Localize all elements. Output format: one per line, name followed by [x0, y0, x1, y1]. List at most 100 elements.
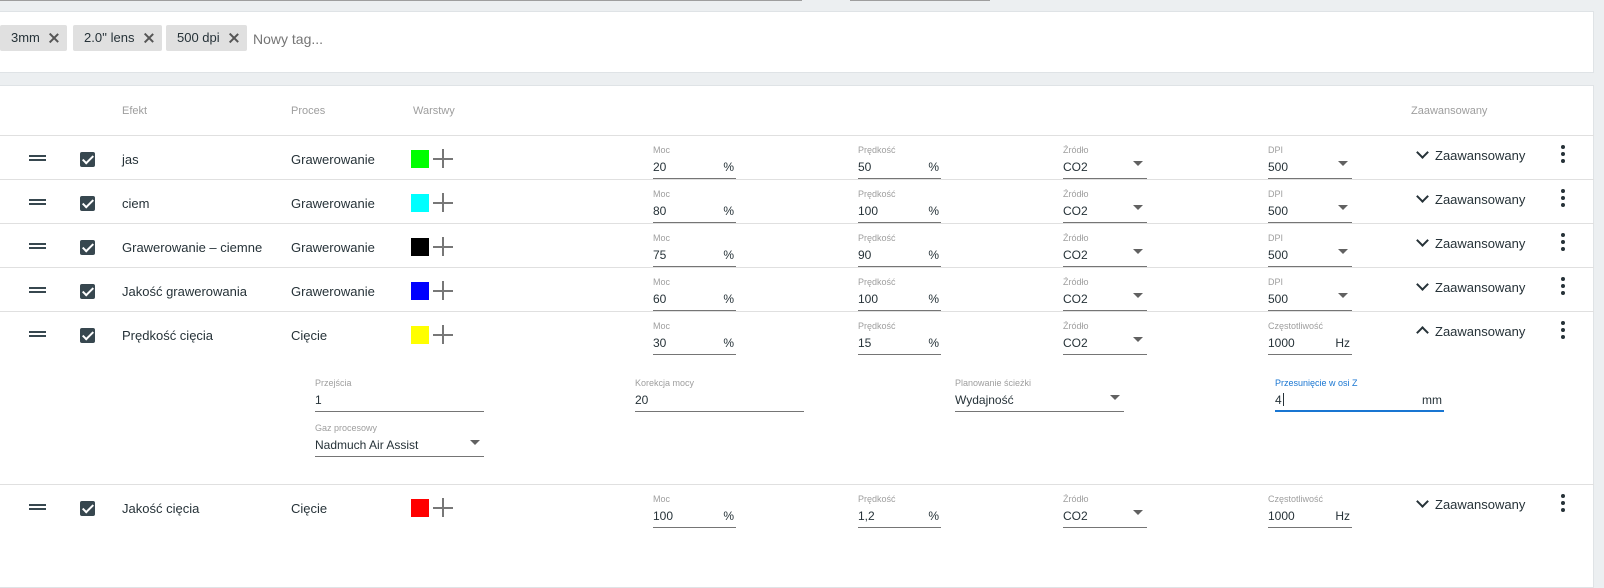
field-label: Moc: [653, 321, 671, 331]
drag-handle-icon[interactable]: [29, 155, 46, 161]
field-value: 20: [653, 160, 667, 174]
dropdown-arrow-icon: [1338, 293, 1348, 298]
predkosc-field[interactable]: Prędkość 100%: [858, 189, 941, 223]
field-unit: %: [723, 292, 734, 306]
moc-field[interactable]: Moc 60%: [653, 277, 736, 311]
predkosc-field[interactable]: Prędkość 50%: [858, 145, 941, 179]
row-checkbox[interactable]: [80, 501, 95, 516]
row-checkbox[interactable]: [80, 196, 95, 211]
add-layer-icon[interactable]: [433, 324, 453, 344]
field-label: Moc: [653, 494, 671, 504]
field-label: Moc: [653, 277, 671, 287]
moc-field[interactable]: Moc 20%: [653, 145, 736, 179]
dpi-select[interactable]: DPI 500: [1268, 277, 1352, 311]
field-unit: %: [723, 336, 734, 350]
more-options-icon[interactable]: [1561, 145, 1565, 165]
more-options-icon[interactable]: [1561, 233, 1565, 253]
add-layer-icon[interactable]: [433, 280, 453, 300]
zrodlo-select[interactable]: Źródło CO2: [1063, 233, 1147, 267]
layer-color-swatch[interactable]: [411, 194, 429, 212]
drag-handle-icon[interactable]: [29, 287, 46, 293]
header-warstwy: Warstwy: [413, 105, 455, 117]
drag-handle-icon[interactable]: [29, 504, 46, 510]
gaz-procesowy-select[interactable]: Gaz procesowy Nadmuch Air Assist: [315, 423, 484, 457]
process-name: Cięcie: [291, 328, 328, 343]
effect-name: Jakość cięcia: [122, 501, 200, 516]
close-icon[interactable]: [49, 33, 59, 43]
advanced-toggle[interactable]: Zaawansowany: [1416, 495, 1525, 512]
przejscia-field[interactable]: Przejścia 1: [315, 378, 484, 412]
advanced-toggle[interactable]: Zaawansowany: [1416, 190, 1525, 207]
drag-handle-icon[interactable]: [29, 331, 46, 337]
dpi-select[interactable]: DPI 500: [1268, 189, 1352, 223]
text-caret: [1282, 393, 1284, 406]
advanced-label: Zaawansowany: [1435, 236, 1526, 251]
advanced-toggle[interactable]: Zaawansowany: [1416, 278, 1525, 295]
moc-field[interactable]: Moc 30%: [653, 321, 736, 355]
tag-label: 3mm: [11, 30, 40, 45]
layer-color-swatch[interactable]: [411, 238, 429, 256]
more-options-icon[interactable]: [1561, 494, 1565, 514]
add-layer-icon[interactable]: [433, 148, 453, 168]
close-icon[interactable]: [229, 33, 239, 43]
dpi-select[interactable]: DPI 500: [1268, 145, 1352, 179]
moc-field[interactable]: Moc 80%: [653, 189, 736, 223]
przesuniecie-z-field[interactable]: Przesunięcie w osi Z 4 mm: [1275, 378, 1444, 412]
advanced-toggle[interactable]: Zaawansowany: [1416, 234, 1526, 251]
zrodlo-select[interactable]: Źródło CO2: [1063, 189, 1147, 223]
layer-color-swatch[interactable]: [411, 282, 429, 300]
korekcja-mocy-field[interactable]: Korekcja mocy 20: [635, 378, 804, 412]
layer-color-swatch[interactable]: [411, 150, 429, 168]
top-field-underline: [0, 0, 802, 1]
row-checkbox[interactable]: [80, 284, 95, 299]
advanced-toggle[interactable]: Zaawansowany: [1416, 146, 1525, 163]
effect-name: Jakość grawerowania: [122, 284, 248, 299]
field-label: Prędkość: [858, 321, 896, 331]
field-label: Planowanie ścieżki: [955, 378, 1032, 388]
predkosc-field[interactable]: Prędkość 15%: [858, 321, 941, 355]
field-value: 1: [315, 393, 322, 407]
more-options-icon[interactable]: [1561, 321, 1565, 341]
czestotliwosc-field[interactable]: Częstotliwość 1000 Hz: [1268, 321, 1352, 355]
layer-color-swatch[interactable]: [411, 326, 429, 344]
process-name: Grawerowanie: [291, 196, 375, 211]
row-checkbox[interactable]: [80, 240, 95, 255]
add-layer-icon[interactable]: [433, 192, 453, 212]
field-unit: %: [723, 160, 734, 174]
more-options-icon[interactable]: [1561, 277, 1565, 297]
field-value: 500: [1268, 204, 1289, 218]
row-checkbox[interactable]: [80, 152, 95, 167]
tag-chip: 500 dpi: [166, 25, 247, 51]
add-layer-icon[interactable]: [433, 497, 453, 517]
planowanie-sciezki-select[interactable]: Planowanie ścieżki Wydajność: [955, 378, 1124, 412]
advanced-toggle[interactable]: Zaawansowany: [1416, 324, 1526, 339]
top-field-underline-2: [850, 0, 990, 1]
drag-handle-icon[interactable]: [29, 199, 46, 205]
more-options-icon[interactable]: [1561, 189, 1565, 209]
advanced-label: Zaawansowany: [1435, 324, 1526, 339]
dpi-select[interactable]: DPI 500: [1268, 233, 1352, 267]
zrodlo-select[interactable]: Źródło CO2: [1063, 321, 1147, 355]
add-layer-icon[interactable]: [433, 236, 453, 256]
field-label: Prędkość: [858, 494, 896, 504]
predkosc-field[interactable]: Prędkość 90%: [858, 233, 941, 267]
field-label: Źródło: [1063, 277, 1089, 287]
table-row: jas Grawerowanie Moc 20% Prędkość 50% Źródło CO…: [0, 135, 1594, 180]
new-tag-input[interactable]: [251, 25, 555, 53]
field-value: Wydajność: [955, 393, 1014, 407]
process-name: Grawerowanie: [291, 152, 375, 167]
zrodlo-select[interactable]: Źródło CO2: [1063, 494, 1147, 528]
field-label: DPI: [1268, 189, 1284, 199]
drag-handle-icon[interactable]: [29, 243, 46, 249]
moc-field[interactable]: Moc 75%: [653, 233, 736, 267]
row-checkbox[interactable]: [80, 328, 95, 343]
predkosc-field[interactable]: Prędkość 1,2%: [858, 494, 941, 528]
czestotliwosc-field[interactable]: Częstotliwość 1000 Hz: [1268, 494, 1352, 528]
effect-name: jas: [122, 152, 139, 167]
zrodlo-select[interactable]: Źródło CO2: [1063, 277, 1147, 311]
layer-color-swatch[interactable]: [411, 499, 429, 517]
zrodlo-select[interactable]: Źródło CO2: [1063, 145, 1147, 179]
moc-field[interactable]: Moc 100%: [653, 494, 736, 528]
close-icon[interactable]: [144, 33, 154, 43]
predkosc-field[interactable]: Prędkość 100%: [858, 277, 941, 311]
